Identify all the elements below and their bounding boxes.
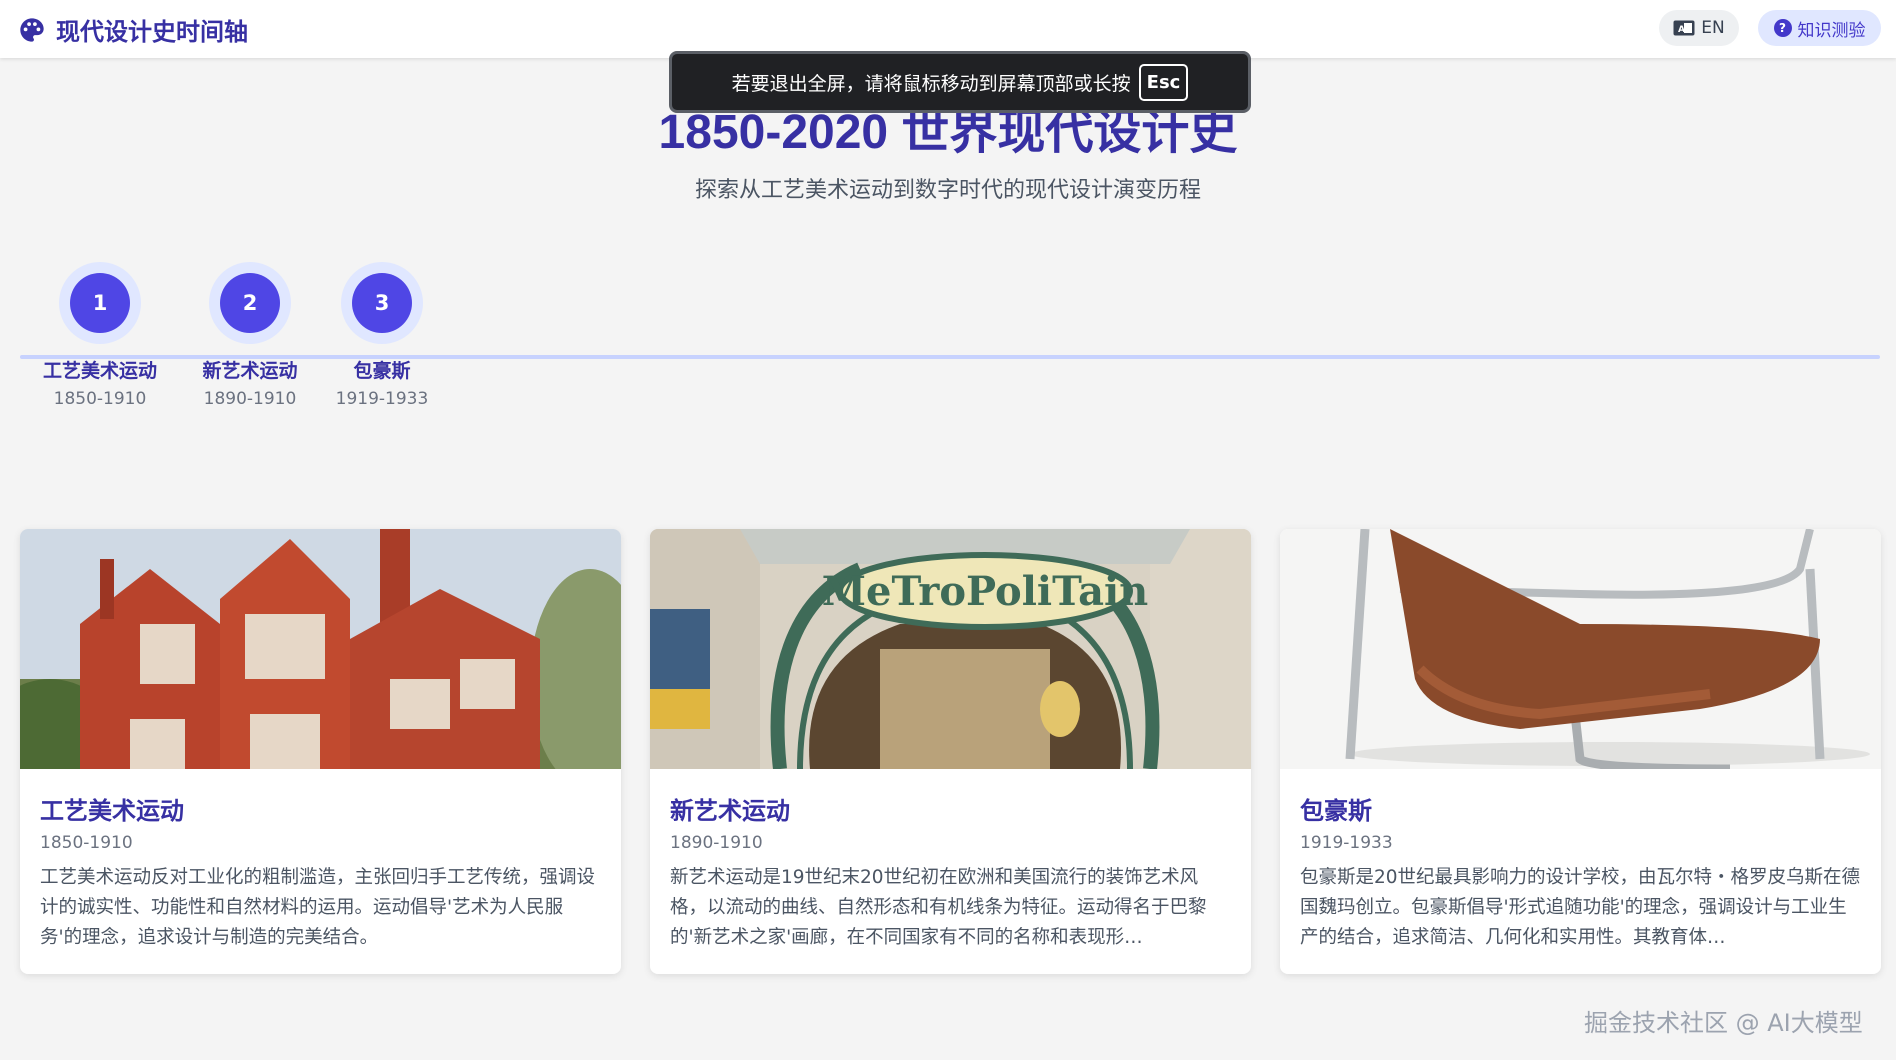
timeline-number: 1 [70, 273, 130, 333]
translate-icon: A [1673, 20, 1695, 36]
timeline-circle: 1 [59, 262, 141, 344]
card-date: 1890-1910 [670, 833, 763, 853]
card-description: 工艺美术运动反对工业化的粗制滥造，主张回归手工艺传统，强调设计的诚实性、功能性和… [40, 867, 596, 948]
esc-key-badge: Esc [1138, 63, 1189, 101]
card-date: 1850-1910 [40, 833, 133, 853]
quiz-button[interactable]: ? 知识测验 [1758, 10, 1881, 46]
language-toggle-label: EN [1701, 18, 1725, 38]
timeline-node[interactable]: 3 包豪斯 1919-1933 [334, 262, 430, 409]
timeline-circle: 2 [209, 262, 291, 344]
watermark: 掘金技术社区 @ AI大模型 [1584, 1009, 1863, 1037]
card-title: 包豪斯 [1300, 797, 1372, 825]
timeline-label: 新艺术运动 [202, 360, 298, 382]
timeline-node[interactable]: 2 新艺术运动 1890-1910 [202, 262, 298, 409]
timeline-number: 2 [220, 273, 280, 333]
red-brick-house-photo [20, 529, 621, 769]
timeline-circle: 3 [341, 262, 423, 344]
brand[interactable]: 现代设计史时间轴 [18, 12, 248, 47]
timeline-date: 1850-1910 [53, 389, 147, 409]
timeline-line [20, 355, 1880, 359]
movement-card[interactable]: 包豪斯 1919-1933 包豪斯是20世纪最具影响力的设计学校，由瓦尔特・格罗… [1280, 529, 1881, 974]
palette-icon [20, 17, 44, 42]
card-description: 包豪斯是20世纪最具影响力的设计学校，由瓦尔特・格罗皮乌斯在德国魏玛创立。包豪斯… [1300, 867, 1861, 948]
metro-entrance-photo: MeTroPoliTain [650, 529, 1251, 769]
language-toggle-button[interactable]: A EN [1659, 10, 1739, 46]
timeline-date: 1890-1910 [203, 389, 297, 409]
timeline-number: 3 [352, 273, 412, 333]
card-title: 工艺美术运动 [40, 797, 184, 825]
card-title: 新艺术运动 [670, 797, 790, 825]
brand-title: 现代设计史时间轴 [56, 18, 248, 46]
timeline-label: 包豪斯 [353, 360, 411, 382]
timeline-label: 工艺美术运动 [43, 360, 158, 382]
svg-text:A: A [1678, 25, 1685, 35]
movement-card[interactable]: 工艺美术运动 1850-1910 工艺美术运动反对工业化的粗制滥造，主张回归手工… [20, 529, 621, 974]
movement-card[interactable]: MeTroPoliTain 新艺术运动 1890-1910 新艺术运动是19世纪… [650, 529, 1251, 974]
card-description: 新艺术运动是19世纪末20世纪初在欧洲和美国流行的装饰艺术风格，以流动的曲线、自… [670, 867, 1207, 948]
top-navbar: 现代设计史时间轴 A EN ? 知识测验 [0, 0, 1896, 58]
quiz-button-label: 知识测验 [1797, 20, 1866, 41]
card-date: 1919-1933 [1300, 833, 1393, 853]
metro-sign-text: MeTroPoliTain [822, 568, 1149, 615]
timeline-node[interactable]: 1 工艺美术运动 1850-1910 [43, 262, 157, 409]
page-subtitle: 探索从工艺美术运动到数字时代的现代设计演变历程 [694, 178, 1201, 203]
fullscreen-exit-notice: 若要退出全屏，请将鼠标移动到屏幕顶部或长按 Esc [669, 51, 1251, 113]
leather-chair-photo [1280, 529, 1881, 769]
fullscreen-notice-text: 若要退出全屏，请将鼠标移动到屏幕顶部或长按 [731, 72, 1131, 95]
timeline-date: 1919-1933 [335, 389, 429, 409]
question-icon: ? [1773, 19, 1792, 37]
